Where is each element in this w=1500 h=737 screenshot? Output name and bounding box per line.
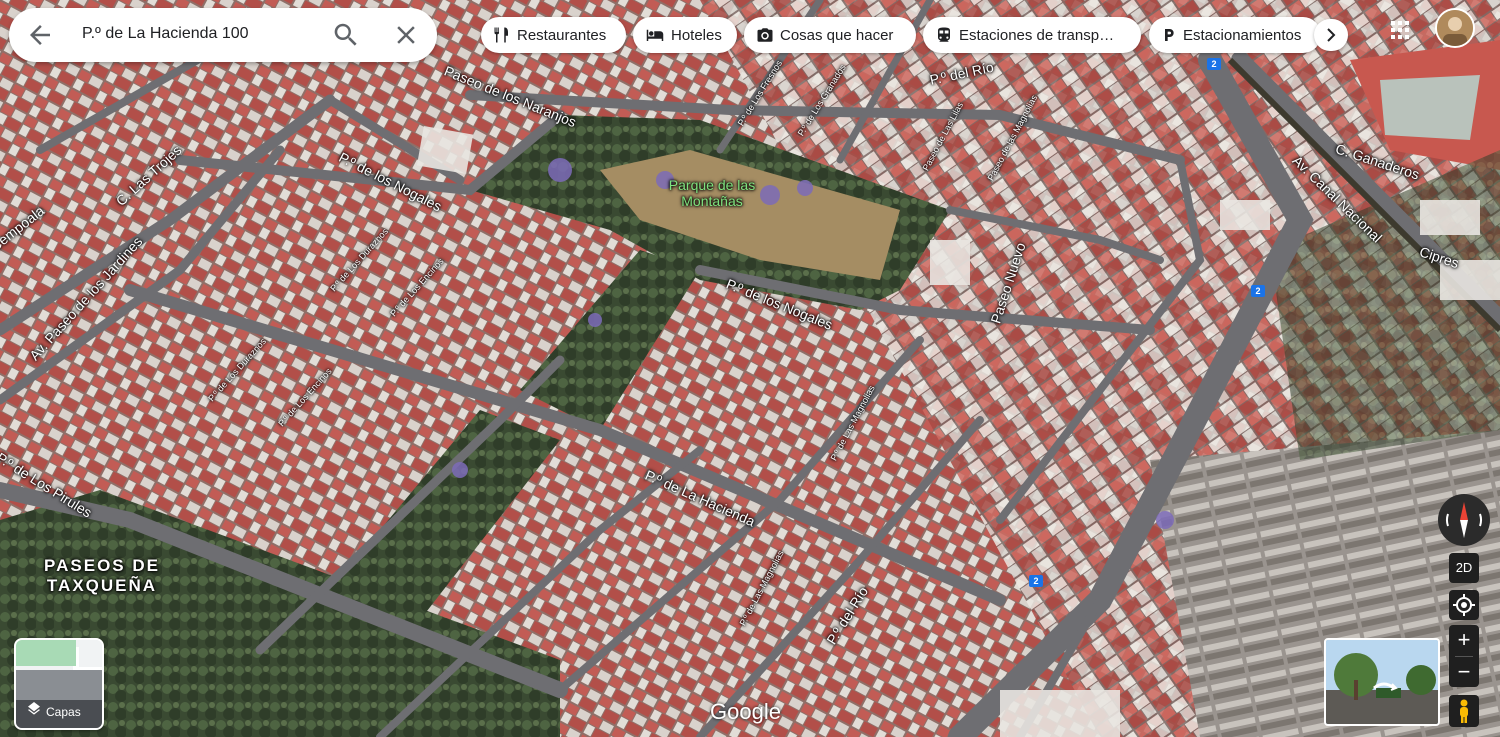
bed-icon [646, 29, 664, 41]
street-view-thumbnail[interactable] [1324, 638, 1440, 726]
search-icon[interactable] [331, 20, 361, 50]
chip-label: Hoteles [671, 26, 722, 44]
chip-hotels[interactable]: Hoteles [633, 17, 737, 53]
chip-label: Estaciones de transp… [959, 26, 1115, 44]
chips-scroll-right-button[interactable] [1314, 19, 1348, 51]
camera-icon [757, 28, 773, 42]
compass-icon [1445, 502, 1483, 538]
chip-transit-stations[interactable]: Estaciones de transp… [923, 17, 1141, 53]
my-location-button[interactable] [1449, 590, 1479, 620]
chevron-right-icon [1327, 28, 1336, 42]
chip-parking[interactable]: Estacionamientos [1149, 17, 1321, 53]
chip-label: Restaurantes [517, 26, 607, 44]
route-shield-2: 2 [1251, 285, 1265, 297]
toggle-2d-label: 2D [1455, 560, 1473, 575]
search-input[interactable]: P.º de La Hacienda 100 [82, 25, 249, 43]
chip-restaurants[interactable]: Restaurantes [481, 17, 626, 53]
parking-icon [1165, 29, 1174, 41]
chip-label: Cosas que hacer [780, 26, 894, 44]
chip-label: Estacionamientos [1183, 26, 1302, 44]
toggle-2d-button[interactable]: 2D [1449, 553, 1479, 583]
close-icon[interactable] [391, 20, 421, 50]
zoom-in-button[interactable]: + [1449, 625, 1479, 655]
zoom-out-button[interactable]: − [1449, 657, 1479, 687]
neighborhood-label-paseos-taxquena: PASEOS DE TAXQUEÑA [44, 556, 160, 595]
zoom-controls: + − [1449, 625, 1479, 687]
park-label-montanas: Parque de las Montañas [668, 177, 756, 209]
layers-button[interactable]: Capas [14, 638, 104, 730]
chip-things-to-do[interactable]: Cosas que hacer [744, 17, 916, 53]
search-box[interactable]: P.º de La Hacienda 100 [9, 8, 437, 62]
pegman-icon [1460, 699, 1468, 723]
back-arrow-icon[interactable] [25, 20, 55, 50]
layers-icon [28, 702, 40, 715]
layers-label: Capas [46, 705, 81, 719]
street-view-pegman-button[interactable] [1449, 695, 1479, 727]
route-shield-2: 2 [1207, 58, 1221, 70]
my-location-icon [1453, 594, 1475, 616]
apps-grid-icon[interactable] [1390, 20, 1410, 40]
google-logo: Google [710, 699, 781, 724]
compass-button[interactable] [1438, 494, 1490, 546]
fork-knife-icon [494, 27, 508, 43]
avatar[interactable] [1435, 8, 1475, 48]
route-shield-2: 2 [1029, 575, 1043, 587]
train-icon [938, 27, 950, 42]
